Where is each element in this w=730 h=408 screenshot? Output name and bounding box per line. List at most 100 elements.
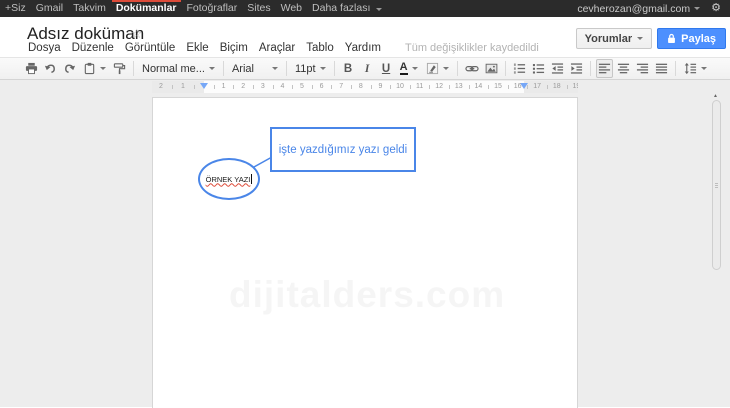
menu-table[interactable]: Tablo [305,40,335,56]
chevron-down-icon [100,67,106,70]
menu-insert[interactable]: Ekle [185,40,209,56]
ruler-number: 3 [261,83,265,91]
increase-indent-button[interactable] [568,59,585,78]
account-menu[interactable]: cevherozan@gmail.com [577,3,700,15]
font-value: Arial [232,63,254,75]
topbar-link-gmail[interactable]: Gmail [36,0,63,17]
topbar-link-more[interactable]: Daha fazlası [312,0,382,17]
menu-tools[interactable]: Araçlar [258,40,296,56]
ruler-number: 19 [572,83,578,91]
redo-icon [63,62,76,75]
topbar-link-documents[interactable]: Dokümanlar [116,0,177,17]
indent-marker-left[interactable] [200,83,208,89]
topbar-links: +Siz Gmail Takvim Dokümanlar Fotoğraflar… [5,0,382,17]
ruler-tick [172,85,173,89]
topbar-link-photos[interactable]: Fotoğraflar [187,0,238,17]
chevron-down-icon [272,67,278,70]
document-canvas: 2112345678910111213141516171819 dijitald… [0,80,730,407]
print-button[interactable] [23,59,40,78]
scrollbar-thumb[interactable] [712,100,721,270]
ruler-tick [351,85,352,89]
ruler-tick [214,85,215,89]
document-page[interactable]: dijitalders.com işte yazdığımız yazı gel… [152,97,578,408]
align-center-button[interactable] [615,59,632,78]
scroll-up-arrow[interactable]: ▲ [713,93,718,99]
ruler-number: 1 [222,83,226,91]
styles-value: Normal me... [142,63,205,75]
ruler-number: 1 [181,83,185,91]
justify-button[interactable] [653,59,670,78]
link-icon [465,62,479,75]
ruler-number: 4 [280,83,284,91]
ruler-number: 7 [339,83,343,91]
clipboard-icon [83,62,96,75]
image-icon [485,62,498,75]
watermark: dijitalders.com [229,274,505,316]
align-center-icon [617,62,630,75]
align-right-button[interactable] [634,59,651,78]
docs-header: Adsız doküman ☆ Dosya Düzenle Görüntüle … [0,17,730,57]
font-dropdown[interactable]: Arial [229,59,281,78]
line-spacing-icon [684,62,697,75]
topbar-link-calendar[interactable]: Takvim [73,0,106,17]
ruler-tick [194,85,195,89]
ruler-number: 9 [378,83,382,91]
decrease-indent-button[interactable] [549,59,566,78]
numbered-list-button[interactable] [511,59,528,78]
callout-shape[interactable]: işte yazdığımız yazı geldi [270,127,416,172]
ruler: 2112345678910111213141516171819 [152,81,578,93]
menu-file[interactable]: Dosya [27,40,62,56]
bulleted-list-button[interactable] [530,59,547,78]
share-button[interactable]: Paylaş [657,28,726,49]
ruler-tick [312,85,313,89]
ruler-tick [331,85,332,89]
toolbar-separator [334,61,335,76]
ellipse-shape[interactable]: ÖRNEK YAZI [198,158,260,200]
insert-image-button[interactable] [483,59,500,78]
topbar-link-plus-you[interactable]: +Siz [5,0,26,17]
menu-edit[interactable]: Düzenle [71,40,115,56]
ruler-tick [508,85,509,89]
font-size-dropdown[interactable]: 11pt [292,59,329,78]
menu-format[interactable]: Biçim [219,40,249,56]
paint-format-button[interactable] [111,59,128,78]
bulleted-list-icon [532,62,545,75]
insert-link-button[interactable] [463,59,481,78]
underline-icon: U [382,63,390,75]
toolbar-separator [223,61,224,76]
topbar-link-sites[interactable]: Sites [247,0,270,17]
share-label: Paylaş [681,33,716,45]
underline-button[interactable]: U [378,59,395,78]
ruler-tick [547,85,548,89]
chevron-down-icon [701,67,707,70]
align-left-button[interactable] [596,59,613,78]
bold-icon: B [344,63,352,75]
save-status: Tüm değişiklikler kaydedildi [405,40,539,56]
undo-icon [44,62,57,75]
ruler-number: 12 [435,83,443,91]
ruler-number: 16 [514,83,522,91]
italic-button[interactable]: I [359,59,376,78]
web-clipboard-button[interactable] [80,59,109,78]
comments-button[interactable]: Yorumlar [576,28,652,49]
redo-button[interactable] [61,59,78,78]
menu-help[interactable]: Yardım [344,40,382,56]
gear-icon[interactable]: ⚙ [708,0,724,17]
menu-view[interactable]: Görüntüle [124,40,177,56]
google-docs-window: +Siz Gmail Takvim Dokümanlar Fotoğraflar… [0,0,730,408]
undo-button[interactable] [42,59,59,78]
bold-button[interactable]: B [340,59,357,78]
topbar-link-web[interactable]: Web [281,0,302,17]
ruler-tick [469,85,470,89]
toolbar-separator [457,61,458,76]
vertical-scrollbar: ▲ [711,93,723,407]
line-spacing-button[interactable] [681,59,710,78]
styles-dropdown[interactable]: Normal me... [139,59,218,78]
ruler-number: 13 [455,83,463,91]
text-color-button[interactable]: A [397,59,421,78]
highlight-color-button[interactable] [423,59,452,78]
ruler-number: 14 [474,83,482,91]
paint-roller-icon [113,62,126,75]
chevron-down-icon [694,7,700,10]
ruler-number: 17 [533,83,541,91]
